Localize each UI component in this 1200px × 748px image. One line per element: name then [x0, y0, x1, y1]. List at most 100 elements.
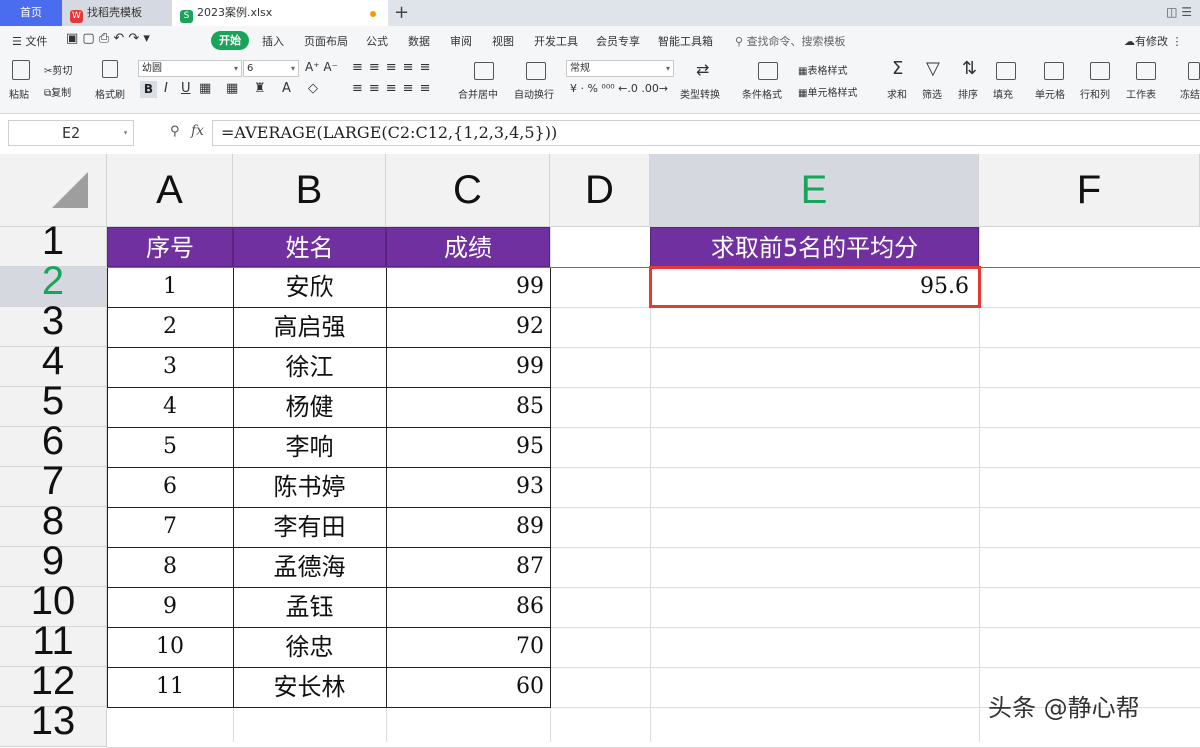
row-col-button[interactable]: 行和列	[1080, 86, 1110, 101]
score-cell[interactable]: 99	[386, 347, 550, 387]
tab-review[interactable]: 审阅	[450, 33, 472, 49]
tab-data[interactable]: 数据	[408, 33, 430, 49]
tab-developer[interactable]: 开发工具	[534, 33, 578, 49]
seq-cell[interactable]: 6	[107, 467, 233, 507]
tab-start[interactable]: 开始	[211, 31, 249, 50]
column-header-c[interactable]: C	[386, 154, 550, 227]
fill-icon[interactable]	[996, 62, 1016, 80]
command-search[interactable]: ⚲ 查找命令、搜索模板	[735, 33, 846, 49]
tab-formulas[interactable]: 公式	[366, 33, 388, 49]
seq-cell[interactable]: 8	[107, 547, 233, 587]
vertical-align-icons[interactable]: ≡≡≡≡≡	[352, 60, 436, 75]
seq-cell[interactable]: 5	[107, 427, 233, 467]
formula-input[interactable]: =AVERAGE(LARGE(C2:C12,{1,2,3,4,5}))	[212, 120, 1200, 146]
seq-cell[interactable]: 9	[107, 587, 233, 627]
format-painter-icon[interactable]	[102, 60, 118, 78]
table-header-cell[interactable]: 姓名	[233, 227, 386, 267]
font-color-icon[interactable]: A	[282, 81, 291, 96]
tab-insert[interactable]: 插入	[262, 33, 284, 49]
name-cell[interactable]: 陈书婷	[233, 467, 386, 507]
window-layout-icon[interactable]: ◫ ☰	[1166, 5, 1192, 19]
table-header-cell[interactable]: 成绩	[386, 227, 550, 267]
worksheet-button[interactable]: 工作表	[1126, 86, 1156, 101]
seq-cell[interactable]: 10	[107, 627, 233, 667]
font-size-select[interactable]: 6 ▾	[243, 60, 299, 77]
score-cell[interactable]: 89	[386, 507, 550, 547]
font-grow-shrink-icons[interactable]: A⁺ A⁻	[305, 60, 338, 74]
revision-status[interactable]: ☁有修改 ⋮	[1124, 33, 1183, 49]
spreadsheet-grid[interactable]: ABCDEF 1 2 3 4 5 6 7 8 9 10 11 12 13 序号 姓名 成绩 1 安欣 99 2 高启强…	[0, 154, 1200, 748]
tab-template[interactable]: W 找稻壳模板	[62, 0, 172, 26]
filter-icon[interactable]: ▽	[926, 58, 940, 79]
horizontal-align-icons[interactable]: ≡≡≡≡≡	[352, 81, 436, 96]
score-cell[interactable]: 99	[386, 267, 550, 307]
merge-center-button[interactable]: 合并居中	[458, 86, 498, 101]
sum-button[interactable]: 求和	[887, 86, 907, 101]
cell-button[interactable]: 单元格	[1035, 86, 1065, 101]
italic-button[interactable]: I	[164, 81, 168, 96]
freeze-button[interactable]: 冻结	[1180, 86, 1200, 101]
seq-cell[interactable]: 2	[107, 307, 233, 347]
table-header-cell[interactable]: 序号	[107, 227, 233, 267]
column-header-a[interactable]: A	[107, 154, 233, 227]
sort-button[interactable]: 排序	[958, 86, 978, 101]
score-cell[interactable]: 95	[386, 427, 550, 467]
score-cell[interactable]: 70	[386, 627, 550, 667]
wrap-text-button[interactable]: 自动换行	[514, 86, 554, 101]
border-icon[interactable]: ▦	[199, 81, 211, 96]
seq-cell[interactable]: 3	[107, 347, 233, 387]
score-cell[interactable]: 93	[386, 467, 550, 507]
cell-icon[interactable]	[1044, 62, 1064, 80]
paste-button[interactable]: 粘贴	[9, 86, 29, 101]
cell-style-button[interactable]: ▦单元格样式	[798, 84, 857, 99]
fx-icon[interactable]: fx	[191, 123, 204, 139]
fill-button[interactable]: 填充	[993, 86, 1013, 101]
name-cell[interactable]: 李有田	[233, 507, 386, 547]
fill-color-icon[interactable]: ♜	[254, 81, 266, 96]
name-cell[interactable]: 李响	[233, 427, 386, 467]
tab-view[interactable]: 视图	[492, 33, 514, 49]
column-header-b[interactable]: B	[233, 154, 386, 227]
tab-file[interactable]: S 2023案例.xlsx	[172, 0, 388, 26]
cut-button[interactable]: ✂剪切	[44, 62, 72, 77]
name-box[interactable]: E2 ▾	[8, 120, 134, 146]
name-cell[interactable]: 安长林	[233, 667, 386, 707]
row-header-13[interactable]: 13	[0, 701, 107, 747]
tab-home[interactable]: 首页	[0, 0, 62, 26]
result-header-cell[interactable]: 求取前5名的平均分	[650, 227, 979, 267]
name-cell[interactable]: 高启强	[233, 307, 386, 347]
type-convert-icon[interactable]: ⇄	[696, 60, 709, 79]
copy-button[interactable]: ⧉复制	[44, 84, 71, 99]
paste-icon[interactable]	[12, 60, 30, 80]
quick-access-icons[interactable]: ▣ ▢ ⎙ ↶ ↷ ▾	[66, 31, 150, 46]
sort-icon[interactable]: ⇅	[962, 58, 977, 79]
select-all-corner[interactable]	[0, 154, 107, 227]
name-cell[interactable]: 安欣	[233, 267, 386, 307]
underline-button[interactable]: U	[181, 81, 191, 96]
bold-button[interactable]: B	[140, 81, 157, 98]
name-cell[interactable]: 徐江	[233, 347, 386, 387]
clear-format-icon[interactable]: ▦	[226, 81, 238, 96]
file-menu[interactable]: ☰ 文件	[12, 33, 47, 49]
table-style-button[interactable]: ▦表格样式	[798, 62, 847, 77]
font-name-select[interactable]: 幼圆 ▾	[138, 60, 242, 77]
name-cell[interactable]: 杨健	[233, 387, 386, 427]
sum-icon[interactable]: Σ	[892, 58, 903, 79]
score-cell[interactable]: 85	[386, 387, 550, 427]
tab-page-layout[interactable]: 页面布局	[304, 33, 348, 49]
conditional-format-button[interactable]: 条件格式	[742, 86, 782, 101]
seq-cell[interactable]: 4	[107, 387, 233, 427]
tab-member[interactable]: 会员专享	[596, 33, 640, 49]
number-format-icons[interactable]: ¥ · % ⁰⁰⁰ ←.0 .00→	[570, 82, 668, 95]
type-convert-button[interactable]: 类型转换	[680, 86, 720, 101]
number-format-select[interactable]: 常规 ▾	[566, 60, 674, 77]
seq-cell[interactable]: 7	[107, 507, 233, 547]
row-col-icon[interactable]	[1090, 62, 1110, 80]
name-cell[interactable]: 孟德海	[233, 547, 386, 587]
column-header-f[interactable]: F	[979, 154, 1200, 227]
name-cell[interactable]: 徐忠	[233, 627, 386, 667]
column-header-d[interactable]: D	[550, 154, 650, 227]
tab-smart-tools[interactable]: 智能工具箱	[658, 33, 713, 49]
score-cell[interactable]: 92	[386, 307, 550, 347]
seq-cell[interactable]: 11	[107, 667, 233, 707]
